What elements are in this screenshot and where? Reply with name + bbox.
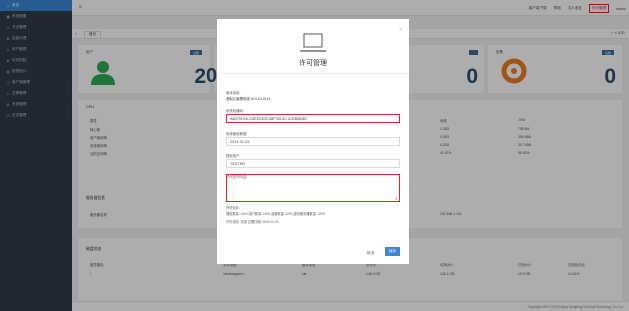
close-icon[interactable]: ×: [399, 27, 402, 33]
authorized-user-label: 授权用户:: [226, 154, 241, 158]
license-text-input[interactable]: ◢: [226, 174, 400, 202]
expiry-field[interactable]: 2024-01-31: [226, 137, 400, 146]
license-info-label: 许可信息:: [226, 206, 240, 210]
dialog-title: 许可管理: [299, 60, 327, 67]
version-label: 版本信息:: [226, 91, 241, 95]
dialog-divider: [217, 73, 409, 74]
machine-code-label: 系统机器码:: [226, 109, 244, 113]
save-button[interactable]: 保存: [385, 247, 401, 256]
license-dialog: × 许可管理 版本信息: 虚拟云管理系统-v2.0.61.0113 系统机器码:…: [217, 19, 409, 264]
machine-code-field[interactable]: A8070F0A-D4ED0100-58F9314C-A02B8E8D: [226, 114, 400, 123]
cancel-button[interactable]: 取消: [363, 249, 379, 257]
license-info-status: 许可状态: 试用 过期日期: 2024-01-31: [226, 220, 279, 224]
laptop-icon: [300, 33, 326, 52]
expiry-label: 系统使用期限:: [226, 132, 248, 136]
license-info-counts: 授权数量: 1000 用户数量: 1000 桌面数量: 1000 虚拟服务器数量…: [226, 212, 325, 216]
version-value: 虚拟云管理系统-v2.0.61.0113: [226, 97, 271, 101]
resize-handle-icon[interactable]: ◢: [395, 196, 397, 200]
authorized-user-field[interactable]: TESTER: [226, 159, 400, 168]
